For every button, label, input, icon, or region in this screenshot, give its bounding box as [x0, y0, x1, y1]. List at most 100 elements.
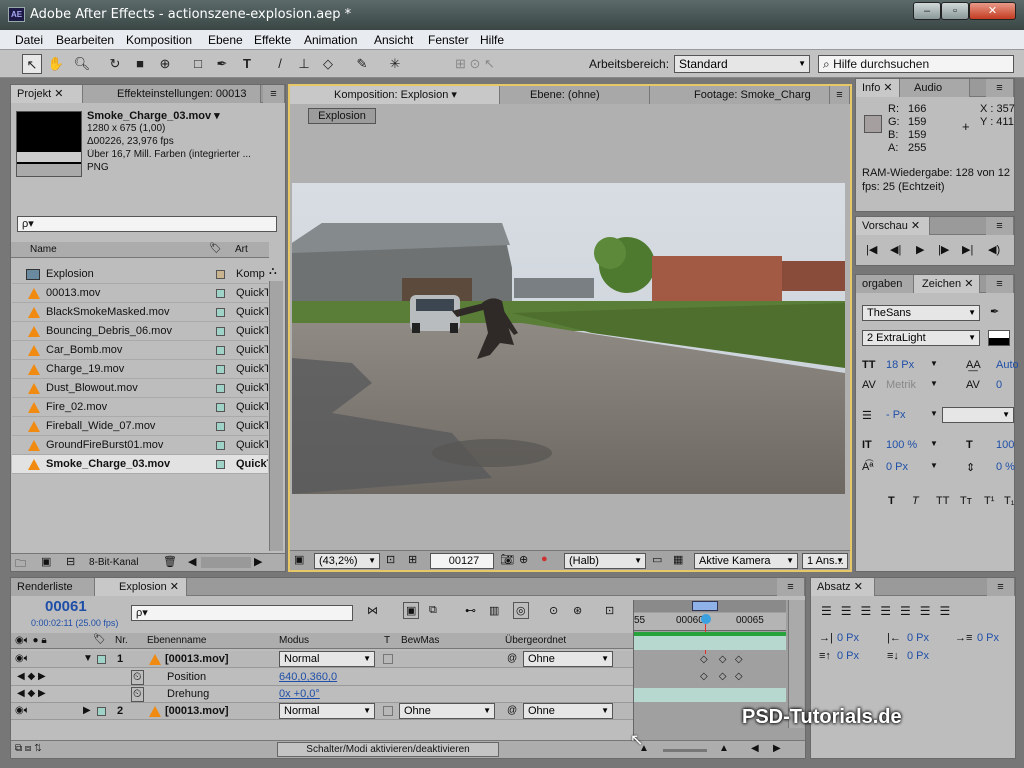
label-column-icon[interactable]: 🏷︎ [209, 243, 222, 254]
resolution-dropdown[interactable]: (Halb) [564, 553, 646, 569]
label-swatch[interactable] [216, 384, 225, 393]
layer-row-1[interactable]: ◉🔈︎ ▼ 1 [00013.mov] Normal @ Ohne [11, 651, 633, 668]
timeline-search-input[interactable]: ρ▾ [131, 605, 353, 621]
label-swatch[interactable] [216, 460, 225, 469]
zoom-slider[interactable] [663, 749, 707, 752]
first-frame-button[interactable]: |◀ [866, 243, 877, 256]
selected-item-name[interactable]: Smoke_Charge_03.mov ▾ [87, 109, 220, 122]
snapshot-icon[interactable]: 📷︎ [500, 553, 514, 566]
eyedropper-icon[interactable]: ✒ [990, 305, 999, 318]
layer-name[interactable]: [00013.mov] [165, 653, 229, 665]
indent-left-value[interactable]: 0 Px [837, 632, 859, 644]
current-time-display[interactable]: 00061 [45, 598, 87, 615]
next-frame-button[interactable]: |▶ [938, 243, 949, 256]
property-value-rotation[interactable]: 0x +0,0° [279, 688, 320, 700]
tab-vorschau[interactable]: Vorschau ✕ [856, 217, 930, 235]
info-panel-menu-icon[interactable]: ≡ [986, 79, 1014, 97]
kerning-value[interactable]: Metrik [886, 379, 916, 391]
transparency-grid-icon[interactable]: ▦ [673, 553, 683, 566]
collapse-triangle-icon[interactable]: ▶ [83, 705, 91, 716]
auto-keyframe-icon[interactable]: ⊛ [573, 604, 582, 617]
layer-1-duration[interactable] [634, 636, 786, 650]
tab-komposition[interactable]: Komposition: Explosion ▾ [290, 86, 500, 104]
font-family-dropdown[interactable]: TheSans [862, 305, 980, 321]
menu-fenster[interactable]: Fenster [428, 33, 469, 47]
project-list-item[interactable]: Smoke_Charge_03.mov QuickT [12, 455, 268, 474]
show-channel-icon[interactable]: ⊕ [519, 553, 528, 566]
column-name[interactable]: Name [30, 244, 57, 255]
column-type[interactable]: Art [235, 244, 248, 255]
maximize-button[interactable]: ▫ [941, 2, 969, 20]
keyframes-position[interactable]: ◇ ◇ ◇ [700, 654, 743, 665]
tab-audio[interactable]: Audio [900, 79, 970, 97]
align-buttons[interactable]: ☰☰☰☰☰☰☰ [821, 604, 959, 618]
flowchart-icon[interactable]: ⛬ [269, 265, 277, 278]
workspace-dropdown[interactable]: Standard [674, 55, 810, 73]
column-nr[interactable]: Nr. [115, 635, 128, 646]
tab-ebene[interactable]: Ebene: (ohne) [500, 86, 650, 104]
tab-absatz[interactable]: Absatz ✕ [811, 578, 875, 596]
expand-triangle-icon[interactable]: ▼ [83, 653, 93, 664]
trash-icon[interactable]: 🗑︎ [163, 555, 177, 568]
label-swatch[interactable] [216, 403, 225, 412]
project-list-item[interactable]: 00013.mov QuickT [12, 284, 268, 303]
trkmat-dropdown[interactable]: Ohne [399, 703, 495, 719]
keyframes-rotation[interactable]: ◇ ◇ ◇ [700, 671, 743, 682]
graph-editor-icon[interactable]: ⊡ [605, 604, 614, 617]
rectangle-tool-icon[interactable]: □ [188, 54, 208, 74]
faux-italic-button[interactable]: T [912, 495, 919, 507]
work-area-marker[interactable] [692, 601, 718, 611]
always-preview-icon[interactable]: ▣ [294, 553, 304, 566]
property-row-rotation[interactable]: ◀ ◆ ▶ ⏲ Drehung 0x +0,0° [11, 686, 633, 703]
tab-effekteinstellungen[interactable]: Effekteinstellungen: 00013 [83, 85, 261, 103]
project-list-item[interactable]: BlackSmokeMasked.mov QuickT [12, 303, 268, 322]
text-tool-icon[interactable]: T [237, 54, 257, 74]
tab-zeichen[interactable]: Zeichen ✕ [914, 275, 980, 293]
hscroll-left-icon[interactable]: ◀ [751, 743, 759, 754]
audio-button[interactable]: ◀) [988, 243, 1000, 256]
panel-menu-icon[interactable]: ≡ [263, 85, 285, 103]
close-button[interactable]: ✕ [969, 2, 1016, 20]
tab-explosion[interactable]: Explosion ✕ [95, 578, 187, 596]
eraser-tool-icon[interactable]: ◇ [318, 54, 338, 74]
tab-footage[interactable]: Footage: Smoke_Charg [650, 86, 830, 104]
bit-depth-button[interactable]: 8-Bit-Kanal [89, 557, 138, 568]
space-before-value[interactable]: 0 Px [837, 650, 859, 662]
puppet-tool-icon[interactable]: ✳ [385, 54, 405, 74]
baseline-shift-value[interactable]: 0 Px [886, 461, 908, 473]
camera-tool-icon[interactable]: ■ [130, 54, 150, 74]
previous-frame-button[interactable]: ◀| [890, 243, 901, 256]
vscale-arrow-icon[interactable]: ▼ [930, 439, 938, 448]
label-swatch[interactable] [216, 441, 225, 450]
label-swatch[interactable] [216, 270, 225, 279]
layer-name-2[interactable]: [00013.mov] [165, 705, 229, 717]
new-comp-icon[interactable]: ⊟ [66, 555, 75, 568]
menu-bearbeiten[interactable]: Bearbeiten [56, 33, 114, 47]
safe-zones-icon[interactable]: ⊡ [386, 553, 395, 566]
column-t[interactable]: T [384, 635, 390, 646]
kerning-arrow-icon[interactable]: ▼ [930, 379, 938, 388]
keyframe-nav-icons-2[interactable]: ◀ ◆ ▶ [17, 688, 46, 699]
hand-tool-icon[interactable]: ✋ [46, 54, 66, 74]
project-list-item[interactable]: Dust_Blowout.mov QuickT [12, 379, 268, 398]
layer-row-2[interactable]: ◉🔈︎ ▶ 2 [00013.mov] Normal Ohne @ Ohne [11, 703, 633, 720]
project-list-item[interactable]: Fireball_Wide_07.mov QuickT [12, 417, 268, 436]
property-value-position[interactable]: 640,0,360,0 [279, 671, 337, 683]
tab-vorgaben[interactable]: orgaben [856, 275, 914, 293]
visibility-icon-2[interactable]: ◉🔈︎ [15, 705, 30, 716]
project-list-item[interactable]: Explosion Komp [12, 265, 268, 284]
tracking-value[interactable]: 0 [996, 379, 1002, 391]
clone-stamp-tool-icon[interactable]: ⊥ [294, 54, 314, 74]
hscroll-right-icon[interactable]: ▶ [773, 743, 781, 754]
pen-tool-icon[interactable]: ✒ [212, 54, 232, 74]
zoom-tool-icon[interactable]: 🔍︎ [72, 54, 92, 74]
font-size-value[interactable]: 18 Px [886, 359, 914, 371]
bottom-switch-icons[interactable]: ⧉ ⧈ ⇅ [15, 743, 42, 754]
project-list-item[interactable]: Bouncing_Debris_06.mov QuickT [12, 322, 268, 341]
column-layer-name[interactable]: Ebenenname [147, 635, 207, 646]
selection-tool-icon[interactable]: ↖ [22, 54, 42, 74]
brainstorm-icon[interactable]: ⊙ [549, 604, 558, 617]
layer-2-duration[interactable] [634, 688, 786, 702]
preview-panel-menu-icon[interactable]: ≡ [986, 217, 1014, 235]
draft-3d-icon[interactable]: ⧉ [429, 604, 437, 617]
